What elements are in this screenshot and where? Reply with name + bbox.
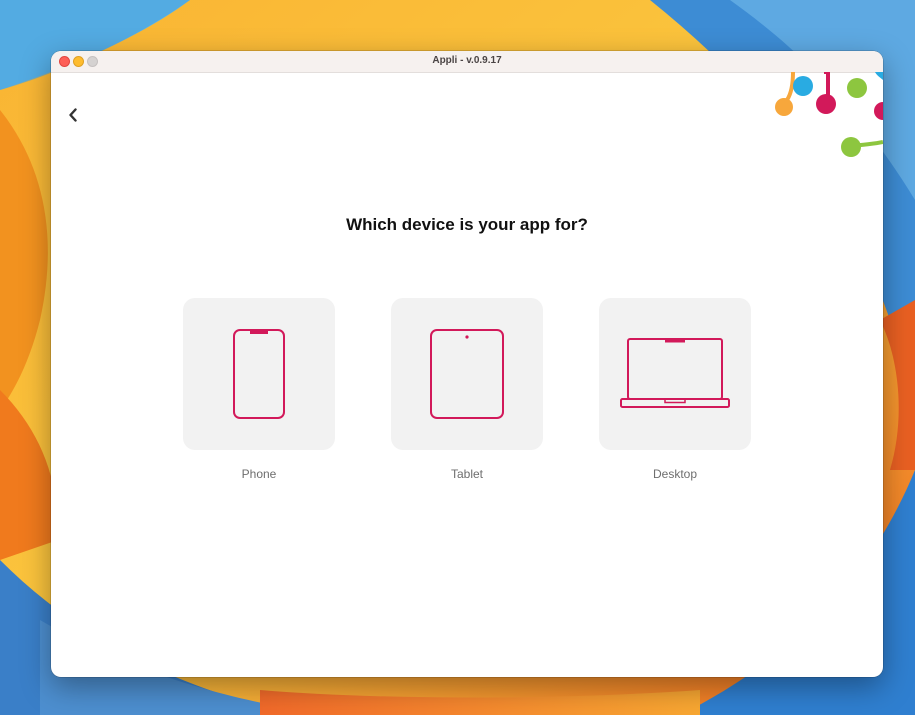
device-label-desktop: Desktop (652, 467, 698, 481)
device-label-tablet: Tablet (450, 467, 484, 481)
window-title: Appli - v.0.9.17 (432, 55, 502, 66)
app-window: Appli - v.0.9.17 Which device is your ap… (51, 51, 883, 677)
page-heading: Which device is your app for? (346, 215, 588, 234)
title-bar: Appli - v.0.9.17 (51, 51, 883, 73)
laptop-icon (620, 338, 730, 408)
chevron-left-icon (69, 108, 77, 122)
device-label-phone: Phone (241, 467, 277, 481)
back-button[interactable] (64, 104, 82, 126)
device-card-phone[interactable] (183, 298, 335, 450)
brand-logo (775, 72, 883, 157)
tablet-icon (430, 329, 504, 419)
device-card-tablet[interactable] (391, 298, 543, 450)
device-card-desktop[interactable] (599, 298, 751, 450)
phone-icon (233, 329, 285, 419)
